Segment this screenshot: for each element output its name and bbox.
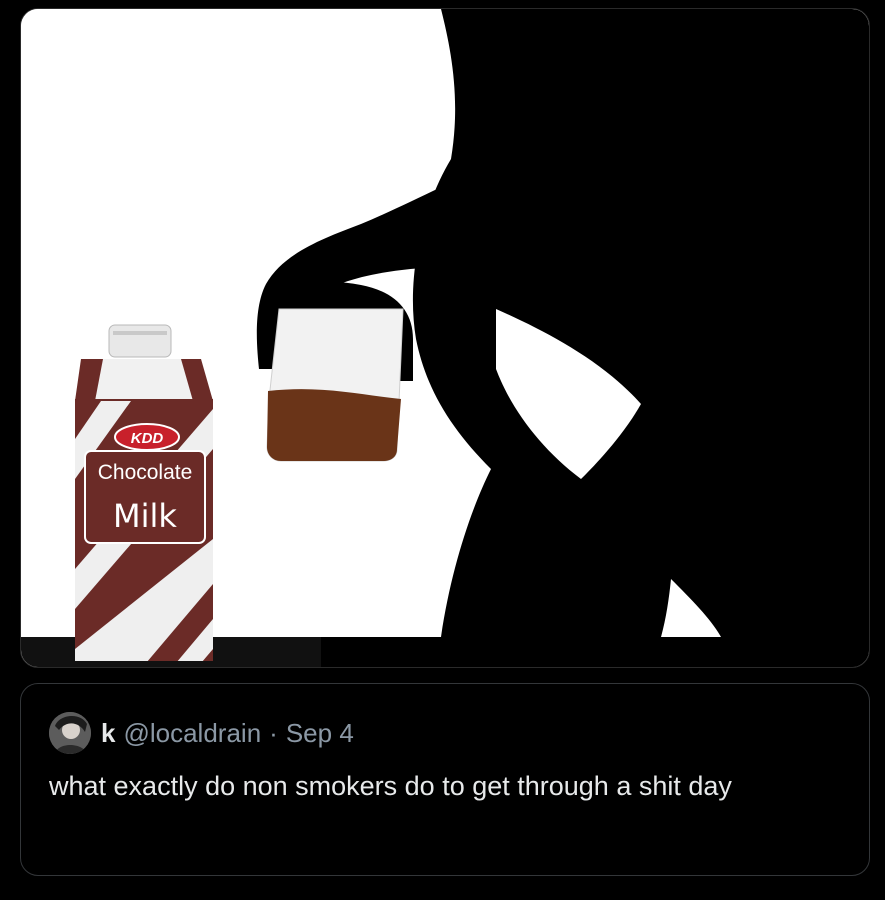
display-name[interactable]: k [101, 718, 115, 749]
tweet-date[interactable]: Sep 4 [286, 718, 354, 749]
carton-flavor: Chocolate [98, 461, 193, 484]
tweet-text: what exactly do non smokers do to get th… [49, 771, 732, 801]
separator-dot: · [269, 717, 278, 748]
profile-avatar-icon [49, 712, 91, 754]
tweet-page: KDD Chocolate Milk k @localdrain · Sep 4… [0, 0, 885, 900]
carton-brand: KDD [131, 430, 164, 447]
carton-product: Milk [113, 497, 177, 535]
quoted-tweet-header: k @localdrain · Sep 4 [49, 711, 354, 755]
tweet-media[interactable]: KDD Chocolate Milk [20, 8, 870, 668]
milk-carton: KDD Chocolate Milk [75, 324, 213, 661]
user-handle[interactable]: @localdrain [123, 718, 261, 749]
chocolate-drink [267, 389, 401, 461]
meme-image: KDD Chocolate Milk [21, 9, 869, 667]
quoted-tweet[interactable]: k @localdrain · Sep 4 what exactly do no… [20, 683, 870, 876]
avatar[interactable] [49, 712, 91, 754]
glass [266, 308, 404, 462]
